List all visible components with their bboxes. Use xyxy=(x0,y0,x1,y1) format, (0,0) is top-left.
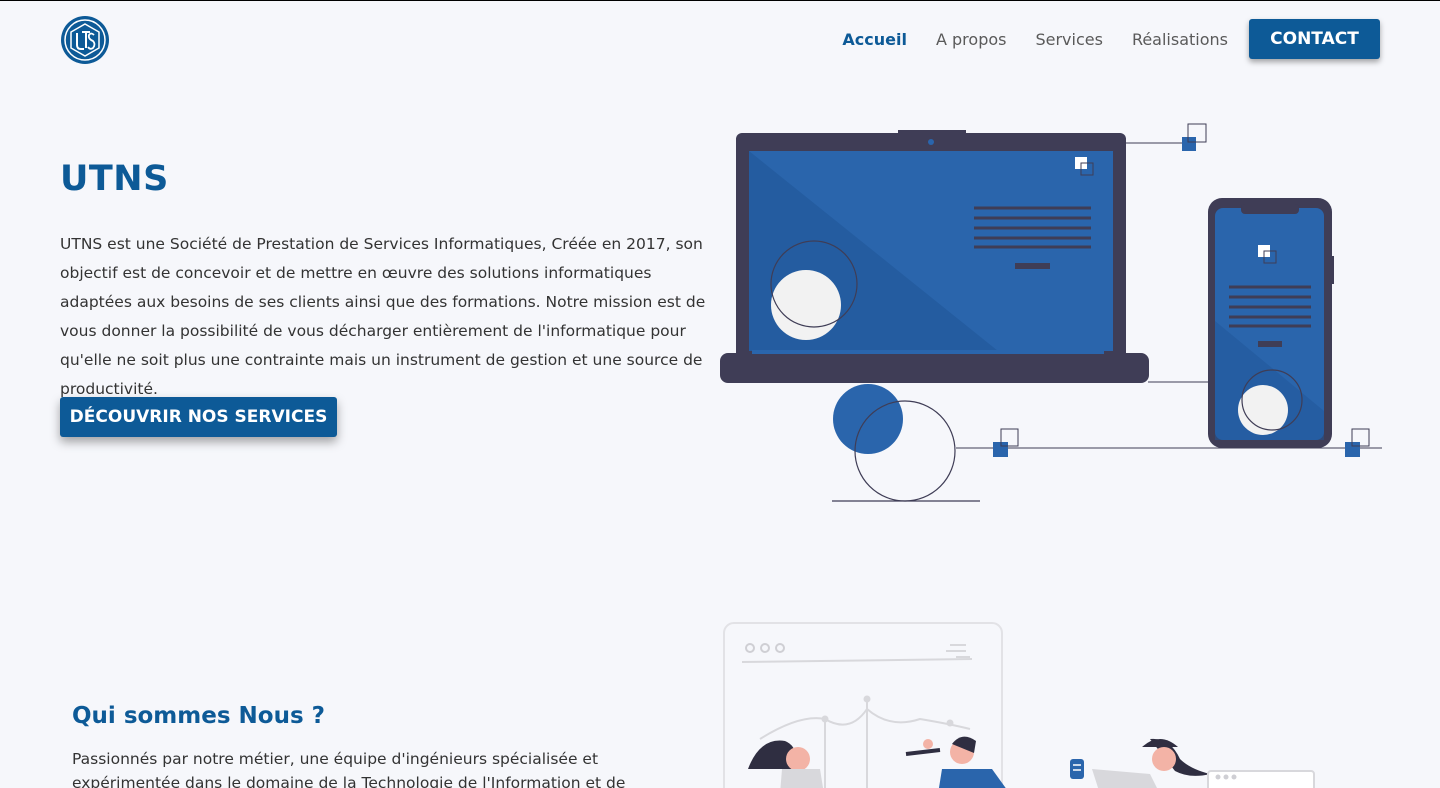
navbar: Accueil A propos Services Réalisations C… xyxy=(0,1,1440,81)
nav-link-realisations[interactable]: Réalisations xyxy=(1132,30,1228,49)
nav-link-services[interactable]: Services xyxy=(1035,30,1102,49)
nav-link-a-propos[interactable]: A propos xyxy=(936,30,1006,49)
devices-illustration xyxy=(720,123,1382,502)
nav-link-accueil[interactable]: Accueil xyxy=(842,30,907,49)
about-description: Passionnés par notre métier, une équipe … xyxy=(72,750,626,788)
about-title: Qui sommes Nous ? xyxy=(72,703,325,729)
contact-button[interactable]: CONTACT xyxy=(1249,19,1380,59)
discover-services-button[interactable]: DÉCOUVRIR NOS SERVICES xyxy=(60,397,337,437)
main-menu: Accueil A propos Services Réalisations C… xyxy=(842,19,1380,59)
hero-description: UTNS est une Société de Prestation de Se… xyxy=(60,235,706,398)
team-illustration xyxy=(723,622,1315,788)
hero-title: UTNS xyxy=(60,159,169,199)
utns-logo-icon[interactable] xyxy=(60,15,110,65)
